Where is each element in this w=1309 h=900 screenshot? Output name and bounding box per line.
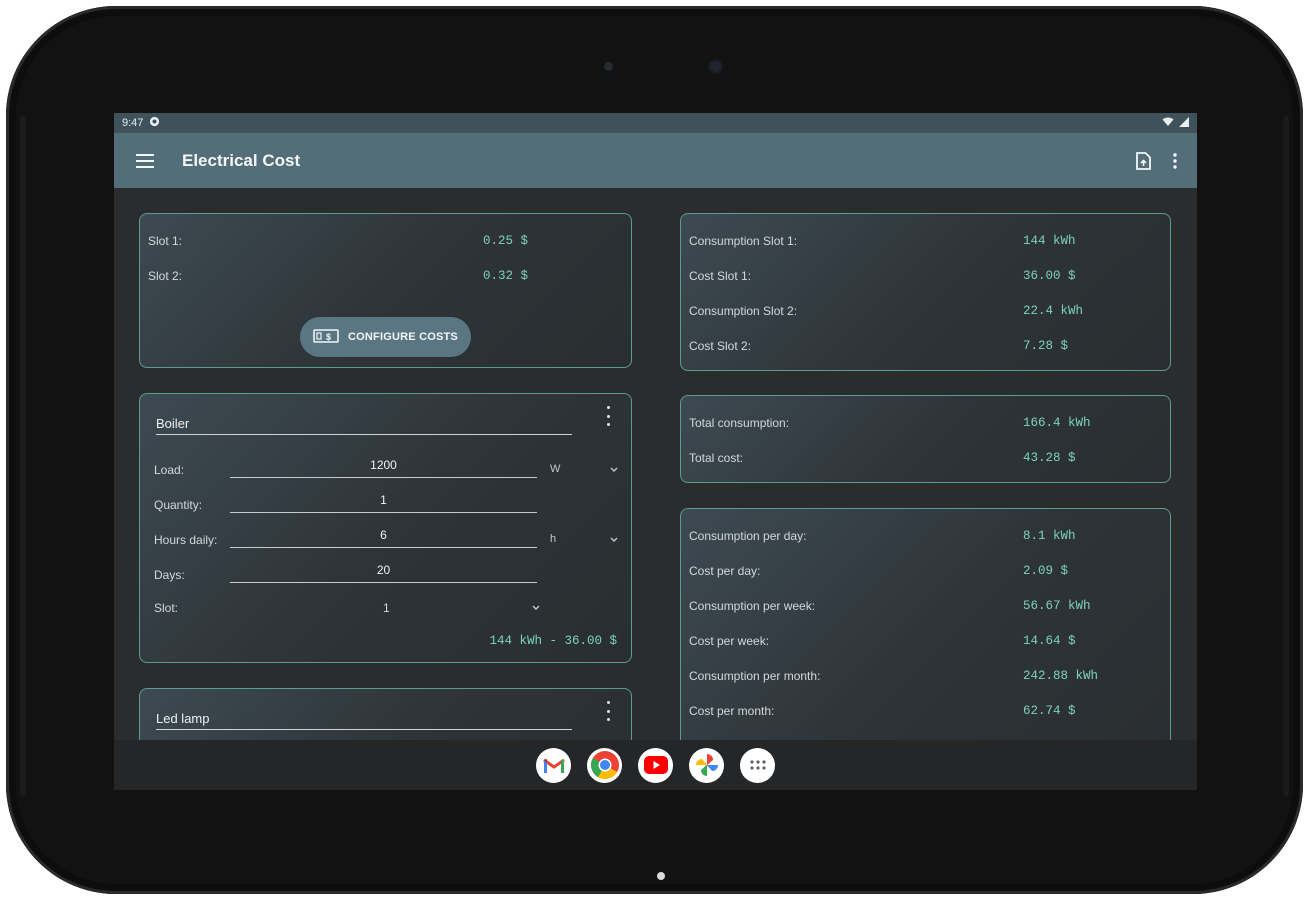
app-title: Electrical Cost [182, 150, 301, 170]
export-document-icon[interactable] [1136, 151, 1151, 170]
summary-row: Total cost: 43.28 $ [689, 448, 1160, 468]
more-options-icon[interactable] [1173, 152, 1177, 169]
slot-price: 0.25 $ [483, 234, 529, 248]
days-input[interactable]: 20 [230, 563, 537, 583]
front-camera [710, 61, 721, 72]
summary-value: 166.4 kWh [1023, 416, 1091, 430]
menu-icon[interactable] [136, 153, 154, 168]
summary-row: Cost per month: 62.74 $ [689, 701, 1160, 721]
device-name-field[interactable]: Boiler [156, 416, 189, 431]
summary-row: Cost per day: 2.09 $ [689, 561, 1160, 581]
status-bar: 9:47 [114, 113, 1197, 133]
load-input[interactable]: 1200 [230, 458, 537, 478]
summary-label: Consumption Slot 2: [689, 304, 798, 318]
summary-row: Consumption Slot 2: 22.4 kWh [689, 301, 1160, 321]
summary-row: Consumption Slot 1: 144 kWh [689, 231, 1160, 251]
summary-label: Cost Slot 2: [689, 339, 752, 353]
summary-label: Cost per day: [689, 564, 761, 578]
summary-label: Consumption Slot 1: [689, 234, 798, 248]
summary-row: Cost Slot 1: 36.00 $ [689, 266, 1160, 286]
configure-costs-label: CONFIGURE COSTS [348, 331, 458, 343]
summary-row: Consumption per month: 242.88 kWh [689, 666, 1160, 686]
summary-value: 43.28 $ [1023, 451, 1076, 465]
device-name-underline [156, 434, 572, 435]
slot-select-label: Slot: [154, 601, 179, 615]
app-drawer-icon[interactable] [740, 747, 775, 783]
totals-card: Total consumption: 166.4 kWh Total cost:… [680, 395, 1171, 483]
summary-value: 36.00 $ [1023, 269, 1076, 283]
home-indicator [657, 872, 665, 880]
device-menu-icon[interactable] [603, 406, 613, 426]
money-icon: $ [313, 328, 339, 346]
device-menu-icon[interactable] [603, 701, 613, 721]
days-label: Days: [154, 568, 185, 582]
chevron-down-icon[interactable] [610, 466, 618, 474]
speaker-grille-right [1283, 116, 1289, 796]
app-bar: Electrical Cost [114, 133, 1197, 188]
main-content: Slot 1: 0.25 $ Slot 2: 0.32 $ $ CONFIGUR… [114, 188, 1197, 790]
device-name-underline [156, 729, 572, 730]
hours-daily-label: Hours daily: [154, 533, 218, 547]
photos-icon[interactable] [689, 747, 724, 783]
chevron-down-icon[interactable] [532, 604, 540, 612]
summary-value: 2.09 $ [1023, 564, 1069, 578]
summary-label: Cost Slot 1: [689, 269, 752, 283]
slot-row: Slot 1: 0.25 $ [148, 231, 621, 251]
quantity-input[interactable]: 1 [230, 493, 537, 513]
summary-label: Total consumption: [689, 416, 790, 430]
summary-value: 22.4 kWh [1023, 304, 1084, 318]
summary-row: Consumption per day: 8.1 kWh [689, 526, 1160, 546]
quantity-label: Quantity: [154, 498, 203, 512]
youtube-icon[interactable] [638, 747, 673, 783]
summary-row: Cost Slot 2: 7.28 $ [689, 336, 1160, 356]
summary-label: Consumption per week: [689, 599, 816, 613]
svg-text:$: $ [326, 332, 331, 342]
load-unit-select[interactable]: W [550, 463, 560, 475]
summary-label: Consumption per day: [689, 529, 807, 543]
screen: 9:47 Electrical Cost Slot 1: 0.25 $ Slot… [114, 113, 1197, 790]
signal-icon [1179, 116, 1189, 130]
slot-prices-card: Slot 1: 0.25 $ Slot 2: 0.32 $ $ CONFIGUR… [139, 213, 632, 368]
slot-select[interactable]: 1 [383, 601, 390, 615]
load-label: Load: [154, 463, 185, 477]
chrome-icon[interactable] [587, 747, 622, 783]
chevron-down-icon[interactable] [610, 536, 618, 544]
wifi-icon [1162, 117, 1174, 130]
status-time: 9:47 [122, 117, 144, 129]
summary-value: 14.64 $ [1023, 634, 1076, 648]
summary-row: Consumption per week: 56.67 kWh [689, 596, 1160, 616]
device-name-field[interactable]: Led lamp [156, 711, 209, 726]
notification-icon [149, 116, 160, 130]
summary-value: 242.88 kWh [1023, 669, 1099, 683]
hours-daily-input[interactable]: 6 [230, 528, 537, 548]
summary-value: 144 kWh [1023, 234, 1076, 248]
summary-row: Cost per week: 14.64 $ [689, 631, 1160, 651]
hours-unit-select[interactable]: h [550, 533, 556, 545]
device-card-boiler: Boiler Load: 1200 W Quantity: 1 Hours da… [139, 393, 632, 663]
slot-row: Slot 2: 0.32 $ [148, 266, 621, 286]
slot-label: Slot 2: [148, 269, 183, 283]
configure-costs-button[interactable]: $ CONFIGURE COSTS [300, 317, 471, 357]
period-summary-card: Consumption per day: 8.1 kWh Cost per da… [680, 508, 1171, 768]
slot-consumption-card: Consumption Slot 1: 144 kWh Cost Slot 1:… [680, 213, 1171, 371]
summary-value: 7.28 $ [1023, 339, 1069, 353]
summary-label: Cost per month: [689, 704, 775, 718]
summary-row: Total consumption: 166.4 kWh [689, 413, 1160, 433]
summary-label: Cost per week: [689, 634, 770, 648]
speaker-grille-left [20, 116, 26, 796]
slot-price: 0.32 $ [483, 269, 529, 283]
summary-value: 56.67 kWh [1023, 599, 1091, 613]
camera-sensor [604, 62, 613, 71]
device-summary: 144 kWh - 36.00 $ [489, 634, 617, 648]
slot-label: Slot 1: [148, 234, 183, 248]
summary-value: 62.74 $ [1023, 704, 1076, 718]
taskbar [114, 740, 1197, 790]
summary-label: Consumption per month: [689, 669, 821, 683]
summary-label: Total cost: [689, 451, 744, 465]
summary-value: 8.1 kWh [1023, 529, 1076, 543]
gmail-icon[interactable] [536, 747, 571, 783]
